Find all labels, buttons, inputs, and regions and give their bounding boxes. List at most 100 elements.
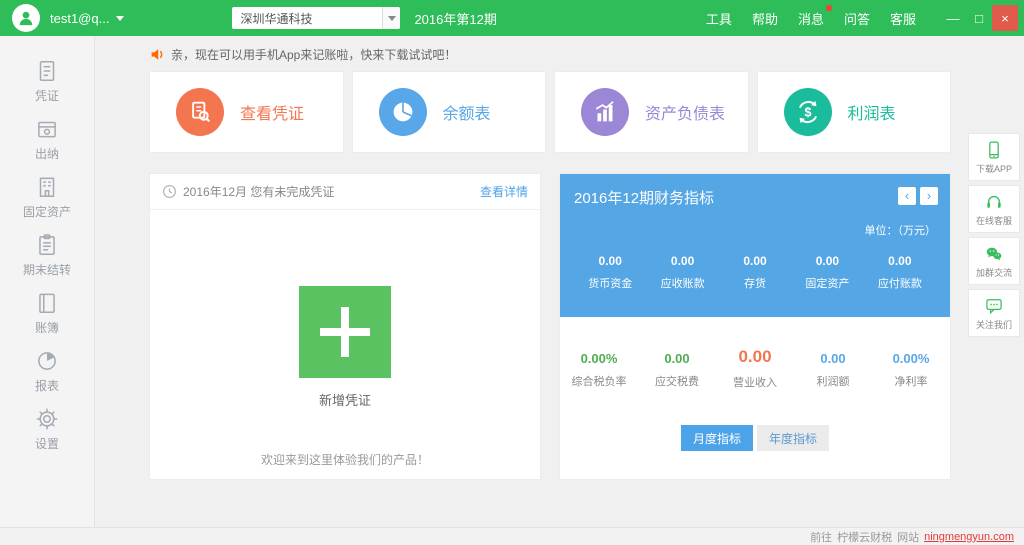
card-label: 余额表 <box>443 100 491 124</box>
phone-icon <box>984 140 1004 160</box>
company-select-caret[interactable] <box>382 7 400 29</box>
card-balance-sheet[interactable]: 余额表 <box>353 72 546 152</box>
cashier-icon <box>34 116 60 142</box>
chevron-down-icon <box>388 16 396 21</box>
sidebar-item-label: 期末结转 <box>23 261 71 278</box>
join-group-button[interactable]: 加群交流 <box>968 237 1020 285</box>
voucher-panel-body: 新增凭证 欢迎来到这里体验我们的产品！ <box>150 286 540 468</box>
indicator-body: 0.00% 综合税负率 0.00 应交税费 0.00 营业收入 <box>560 317 950 479</box>
pager-next-button[interactable]: › <box>920 187 938 205</box>
wechat-icon <box>984 244 1004 264</box>
sidebar-item-label: 设置 <box>35 435 59 452</box>
download-app-button[interactable]: 下载APP <box>968 133 1020 181</box>
report-icon <box>34 348 60 374</box>
voucher-panel-title: 2016年12月 您有未完成凭证 <box>183 183 334 200</box>
float-label: 在线客服 <box>976 214 1012 227</box>
menu-service[interactable]: 客服 <box>880 9 926 28</box>
period-label: 2016年第12期 <box>414 9 496 28</box>
menu-tools[interactable]: 工具 <box>696 9 742 28</box>
stat-tax-burden: 0.00% 综合税负率 <box>560 351 638 390</box>
sidebar-item-fixed-assets[interactable]: 固定资产 <box>0 174 94 232</box>
status-bar: 前往 柠檬云财税 网站 ningmengyun.com <box>0 527 1024 545</box>
online-service-button[interactable]: 在线客服 <box>968 185 1020 233</box>
user-dropdown-caret-icon[interactable] <box>116 16 124 21</box>
follow-us-button[interactable]: 关注我们 <box>968 289 1020 337</box>
avatar[interactable] <box>12 4 40 32</box>
balance-pie-icon <box>379 88 427 136</box>
card-label: 查看凭证 <box>240 100 304 124</box>
menu-qa[interactable]: 问答 <box>834 9 880 28</box>
topbar: test1@q... 深圳华通科技 2016年第12期 工具 帮助 消息 问答 … <box>0 0 1024 36</box>
period-end-icon <box>34 232 60 258</box>
sidebar-item-label: 报表 <box>35 377 59 394</box>
sidebar-item-label: 凭证 <box>35 87 59 104</box>
ledger-icon <box>34 290 60 316</box>
chat-bubble-icon <box>984 296 1004 316</box>
add-voucher-label: 新增凭证 <box>150 390 540 409</box>
maximize-button[interactable]: □ <box>966 5 992 31</box>
footer-suffix: 网站 <box>897 529 919 545</box>
dashboard-panels: 2016年12月 您有未完成凭证 查看详情 新增凭证 欢迎来到这里体验我们的产品… <box>150 174 950 479</box>
view-voucher-icon <box>176 88 224 136</box>
sidebar-item-voucher[interactable]: 凭证 <box>0 58 94 116</box>
menu-messages[interactable]: 消息 <box>788 9 834 28</box>
company-name: 深圳华通科技 <box>232 10 382 27</box>
sidebar-item-label: 账簿 <box>35 319 59 336</box>
sidebar-item-label: 固定资产 <box>23 203 71 220</box>
stat-receivables: 0.00 应收账款 <box>646 254 718 291</box>
user-account[interactable]: test1@q... <box>50 11 109 26</box>
sidebar-item-ledger[interactable]: 账簿 <box>0 290 94 348</box>
float-label: 下载APP <box>976 162 1012 175</box>
window-controls: — □ × <box>940 0 1018 36</box>
tab-monthly-indicators[interactable]: 月度指标 <box>681 425 753 451</box>
add-voucher-button[interactable] <box>299 286 391 378</box>
stat-tax-payable: 0.00 应交税费 <box>638 351 716 390</box>
card-asset-liability[interactable]: 资产负债表 <box>555 72 748 152</box>
card-view-voucher[interactable]: 查看凭证 <box>150 72 343 152</box>
pager-prev-button[interactable]: ‹ <box>898 187 916 205</box>
voucher-icon <box>34 58 60 84</box>
floating-toolbar: 下载APP 在线客服 加群交流 <box>968 133 1020 337</box>
minimize-button[interactable]: — <box>940 5 966 31</box>
card-label: 利润表 <box>848 100 896 124</box>
blue-stats-row: 0.00 货币资金 0.00 应收账款 0.00 存货 <box>574 254 936 291</box>
card-profit-sheet[interactable]: $ 利润表 <box>758 72 951 152</box>
sidebar: 凭证 出纳 固定资产 期末结转 <box>0 36 95 527</box>
view-details-link[interactable]: 查看详情 <box>480 183 528 200</box>
indicator-panel: 2016年12期财务指标 ‹ › 单位：（万元） 0.00 货币资金 <box>560 174 950 479</box>
sidebar-item-settings[interactable]: 设置 <box>0 406 94 464</box>
sidebar-item-label: 出纳 <box>35 145 59 162</box>
company-select[interactable]: 深圳华通科技 <box>232 7 400 29</box>
indicator-pager: ‹ › <box>898 187 938 205</box>
sidebar-item-cashier[interactable]: 出纳 <box>0 116 94 174</box>
notice-text: 亲，现在可以用手机App来记账啦，快来下载试试吧！ <box>171 46 456 63</box>
top-menu: 工具 帮助 消息 问答 客服 <box>696 9 926 28</box>
sidebar-item-reports[interactable]: 报表 <box>0 348 94 406</box>
card-label: 资产负债表 <box>645 100 725 124</box>
float-label: 关注我们 <box>976 318 1012 331</box>
indicator-title: 2016年12期财务指标 <box>574 187 936 208</box>
footer-site-name: 柠檬云财税 <box>837 529 892 545</box>
voucher-panel: 2016年12月 您有未完成凭证 查看详情 新增凭证 欢迎来到这里体验我们的产品… <box>150 174 540 479</box>
notification-dot <box>826 5 832 11</box>
stat-payables: 0.00 应付账款 <box>864 254 936 291</box>
website-link[interactable]: ningmengyun.com <box>924 531 1014 543</box>
sidebar-item-period-end[interactable]: 期末结转 <box>0 232 94 290</box>
stat-profit: 0.00 利润额 <box>794 351 872 390</box>
voucher-panel-header: 2016年12月 您有未完成凭证 查看详情 <box>150 174 540 210</box>
menu-messages-label: 消息 <box>798 12 824 27</box>
float-label: 加群交流 <box>976 266 1012 279</box>
close-button[interactable]: × <box>992 5 1018 31</box>
main-area: 亲，现在可以用手机App来记账啦，快来下载试试吧！ 查看凭证 <box>96 36 1024 527</box>
tab-yearly-indicators[interactable]: 年度指标 <box>757 425 829 451</box>
footer-prefix: 前往 <box>810 529 832 545</box>
stat-inventory: 0.00 存货 <box>719 254 791 291</box>
indicator-tabs: 月度指标 年度指标 <box>560 425 950 451</box>
speaker-icon <box>150 47 165 62</box>
stat-cash: 0.00 货币资金 <box>574 254 646 291</box>
profit-icon: $ <box>784 88 832 136</box>
gear-icon <box>34 406 60 432</box>
bar-chart-icon <box>581 88 629 136</box>
stat-fixed-assets: 0.00 固定资产 <box>791 254 863 291</box>
menu-help[interactable]: 帮助 <box>742 9 788 28</box>
